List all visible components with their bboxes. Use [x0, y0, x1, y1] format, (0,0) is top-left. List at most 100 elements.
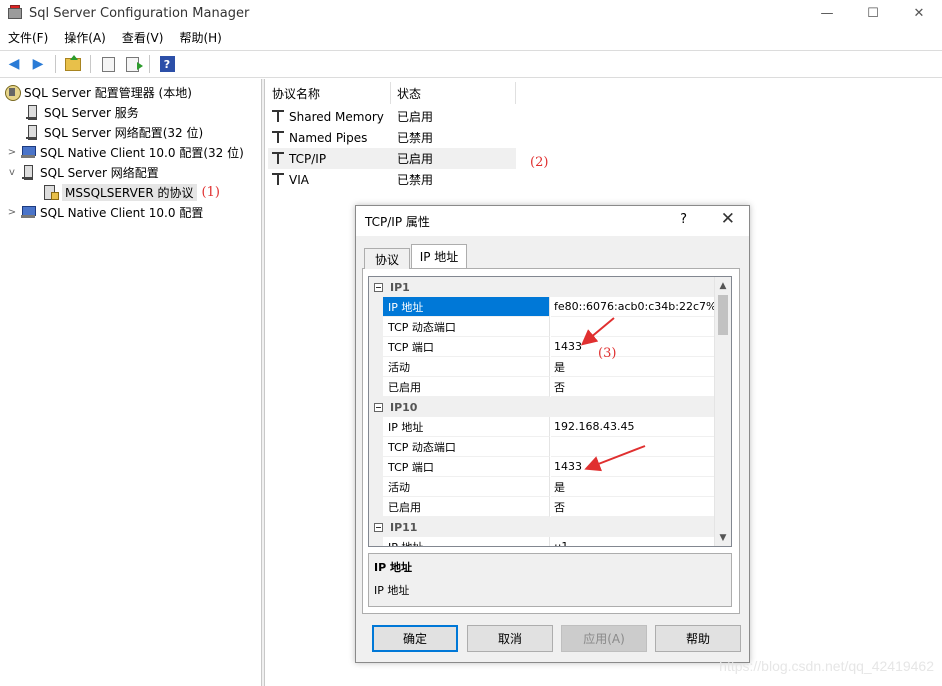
protocol-icon — [272, 131, 286, 144]
property-value[interactable]: 否 — [551, 497, 715, 517]
tree-item-mssqlserver-protocols[interactable]: MSSQLSERVER 的协议 (1) — [42, 182, 220, 202]
client-icon — [20, 204, 36, 220]
column-header-status[interactable]: 状态 — [397, 82, 421, 104]
cancel-button[interactable]: 取消 — [467, 625, 553, 652]
pane-splitter[interactable] — [262, 79, 265, 686]
export-button[interactable] — [122, 54, 143, 74]
menu-help[interactable]: 帮助(H) — [171, 28, 229, 48]
property-name: TCP 动态端口 — [383, 437, 550, 457]
maximize-button[interactable]: ☐ — [850, 0, 896, 26]
column-divider[interactable] — [515, 82, 516, 104]
apply-button[interactable]: 应用(A) — [561, 625, 647, 652]
property-name: TCP 端口 — [383, 337, 550, 357]
toolbar-separator — [149, 55, 150, 73]
property-row[interactable]: 已启用 否 — [369, 497, 715, 517]
back-button[interactable]: ◀ — [4, 54, 24, 74]
property-row[interactable]: TCP 端口 1433 — [369, 457, 715, 477]
help-icon: ? — [159, 56, 175, 72]
ok-button[interactable]: 确定 — [372, 625, 458, 652]
client-icon — [20, 144, 36, 160]
tree-item-label: MSSQLSERVER 的协议 — [62, 183, 197, 201]
up-button[interactable] — [63, 54, 83, 74]
properties-icon — [101, 56, 115, 72]
title-bar: Sql Server Configuration Manager — ☐ ✕ — [0, 0, 942, 26]
tree-item-network-config-32[interactable]: SQL Server 网络配置(32 位) — [24, 122, 203, 142]
dialog-title: TCP/IP 属性 — [356, 206, 749, 236]
protocol-row-named-pipes[interactable]: Named Pipes 已禁用 — [268, 127, 516, 148]
annotation-2: (2) — [530, 155, 549, 170]
scroll-thumb[interactable] — [718, 295, 728, 335]
property-value[interactable] — [551, 317, 715, 337]
property-value[interactable]: 是 — [551, 357, 715, 377]
dialog-close-button[interactable]: ✕ — [721, 209, 735, 229]
property-value[interactable] — [551, 437, 715, 457]
property-value[interactable]: 192.168.43.45 — [551, 417, 715, 437]
property-value[interactable]: 1433 — [551, 337, 715, 357]
server-icon — [20, 164, 36, 180]
property-value[interactable]: 是 — [551, 477, 715, 497]
help-button[interactable]: ? — [157, 54, 177, 74]
protocol-status: 已禁用 — [397, 173, 434, 187]
property-row[interactable]: TCP 动态端口 — [369, 437, 715, 457]
dialog-help-button[interactable]: ? — [680, 212, 687, 227]
forward-button[interactable]: ▶ — [28, 54, 48, 74]
tree-item-label: SQL Native Client 10.0 配置(32 位) — [40, 145, 244, 160]
tab-protocol[interactable]: 协议 — [364, 248, 410, 269]
tree-item-label: SQL Server 网络配置 — [40, 165, 159, 180]
protocol-icon — [272, 173, 286, 186]
protocol-row-via[interactable]: VIA 已禁用 — [268, 169, 516, 190]
property-row[interactable]: 已启用 否 — [369, 377, 715, 397]
tree-item-native-client[interactable]: > SQL Native Client 10.0 配置 — [6, 202, 204, 222]
tree-root[interactable]: SQL Server 配置管理器 (本地) — [4, 82, 192, 102]
forward-arrow-icon: ▶ — [32, 56, 44, 72]
scroll-down-icon[interactable]: ▼ — [715, 529, 731, 546]
collapse-icon[interactable]: v — [6, 167, 18, 178]
scroll-up-icon[interactable]: ▲ — [715, 277, 731, 294]
help-button-dialog[interactable]: 帮助 — [655, 625, 741, 652]
properties-button[interactable] — [98, 54, 118, 74]
export-icon — [125, 56, 143, 72]
property-row[interactable]: IP 地址 fe80::6076:acb0:c34b:22c7%9 — [369, 297, 723, 317]
vertical-scrollbar[interactable]: ▲ ▼ — [714, 277, 731, 546]
description-title: IP 地址 — [374, 561, 412, 574]
category-ip11[interactable]: IP11 — [369, 517, 715, 537]
protocol-name: VIA — [289, 172, 309, 187]
category-ip1[interactable]: IP1 — [369, 277, 715, 297]
protocol-row-tcpip[interactable]: TCP/IP 已启用 — [268, 148, 516, 169]
tab-ip-addresses[interactable]: IP 地址 — [411, 244, 467, 268]
protocol-row-shared-memory[interactable]: Shared Memory 已启用 — [268, 106, 516, 127]
protocol-status: 已启用 — [397, 110, 434, 124]
property-value[interactable]: 否 — [551, 377, 715, 397]
tree-item-native-client-32[interactable]: > SQL Native Client 10.0 配置(32 位) — [6, 142, 244, 162]
tree-item-services[interactable]: SQL Server 服务 — [24, 102, 139, 122]
property-value[interactable]: 1433 — [551, 457, 715, 477]
column-divider[interactable] — [390, 82, 391, 104]
collapse-icon[interactable] — [374, 282, 383, 292]
property-row[interactable]: 活动 是 — [369, 357, 715, 377]
protocol-name: TCP/IP — [289, 151, 327, 166]
tree-item-network-config[interactable]: v SQL Server 网络配置 — [6, 162, 159, 182]
property-name: 已启用 — [383, 377, 550, 397]
minimize-button[interactable]: — — [804, 0, 850, 26]
property-value[interactable]: ::1 — [551, 537, 715, 546]
property-value[interactable]: fe80::6076:acb0:c34b:22c7%9 — [551, 297, 723, 317]
close-button[interactable]: ✕ — [896, 0, 942, 26]
collapse-icon[interactable] — [374, 522, 383, 532]
category-label: IP1 — [390, 280, 410, 294]
collapse-icon[interactable] — [374, 402, 383, 412]
property-row[interactable]: TCP 动态端口 — [369, 317, 715, 337]
category-ip10[interactable]: IP10 — [369, 397, 715, 417]
menu-file[interactable]: 文件(F) — [0, 28, 56, 48]
menu-view[interactable]: 查看(V) — [114, 28, 172, 48]
expand-icon[interactable]: > — [6, 147, 18, 158]
expand-icon[interactable]: > — [6, 207, 18, 218]
server-icon — [24, 104, 40, 120]
column-header-name[interactable]: 协议名称 — [272, 82, 320, 104]
property-row[interactable]: IP 地址 ::1 — [369, 537, 715, 546]
menu-action[interactable]: 操作(A) — [56, 28, 114, 48]
property-row[interactable]: 活动 是 — [369, 477, 715, 497]
property-row[interactable]: TCP 端口 1433 — [369, 337, 715, 357]
property-name: IP 地址 — [383, 537, 550, 546]
property-row[interactable]: IP 地址 192.168.43.45 — [369, 417, 715, 437]
property-name: 活动 — [383, 357, 550, 377]
